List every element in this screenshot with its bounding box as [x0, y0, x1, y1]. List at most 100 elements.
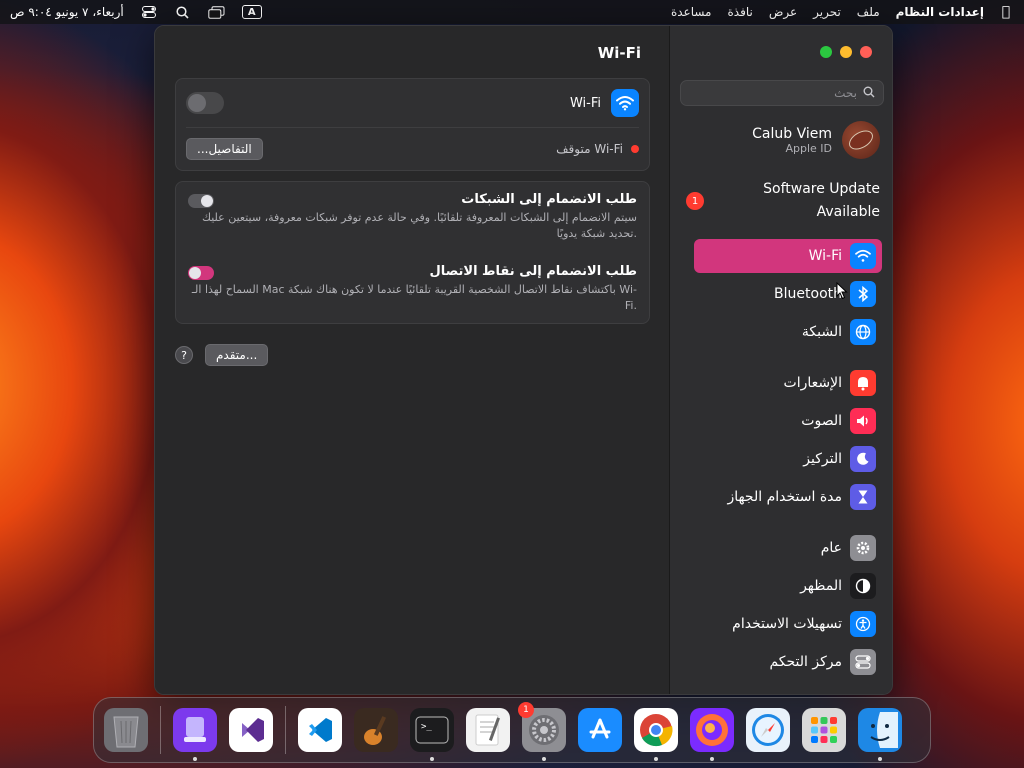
- ask-hotspots-toggle[interactable]: [188, 266, 214, 280]
- sidebar-item-label: مركز التحكم: [769, 654, 842, 670]
- update-line2: Available: [816, 204, 880, 220]
- input-source-indicator[interactable]: A: [241, 5, 262, 19]
- sidebar-item-control-center[interactable]: مركز التحكم: [694, 645, 882, 679]
- ask-networks-toggle[interactable]: [188, 194, 214, 208]
- dock-chrome-icon[interactable]: [634, 708, 678, 761]
- sidebar-item-accessibility[interactable]: تسهيلات الاستخدام: [694, 607, 882, 641]
- content-pane: Wi-Fi Wi-Fi Wi-Fi متوقف التفاصيل... طلب …: [155, 26, 681, 694]
- dock-separator: [285, 706, 286, 754]
- moon-icon: [850, 446, 876, 472]
- search-field[interactable]: بحث: [680, 80, 884, 106]
- sidebar-item-label: Wi-Fi: [808, 248, 842, 264]
- menu-help[interactable]: مساعدة: [671, 5, 712, 19]
- globe-icon: [850, 319, 876, 345]
- sidebar-item-gear[interactable]: عام: [694, 531, 882, 565]
- sidebar-item-appearance[interactable]: المظهر: [694, 569, 882, 603]
- sidebar-item-hourglass[interactable]: مدة استخدام الجهاز: [694, 480, 882, 514]
- wifi-tile-icon: [611, 89, 639, 117]
- update-line1: Software Update: [763, 181, 880, 197]
- dock-app-store-icon[interactable]: [578, 708, 622, 752]
- dock-separator: [160, 706, 161, 754]
- status-dot-icon: [631, 145, 639, 153]
- dock-visual-studio-icon[interactable]: [229, 708, 273, 752]
- window-controls: [820, 46, 872, 58]
- wifi-toggle[interactable]: [186, 92, 224, 114]
- dock-terminal-icon[interactable]: >_: [410, 708, 454, 761]
- dock-garageband-icon[interactable]: [354, 708, 398, 752]
- dock-system-settings-icon[interactable]: 1: [518, 702, 566, 761]
- menu-window[interactable]: نافذة: [728, 5, 753, 19]
- dock-textedit-icon[interactable]: [466, 708, 510, 752]
- dock-firefox-icon[interactable]: [690, 708, 734, 761]
- zoom-button[interactable]: [820, 46, 832, 58]
- sidebar-item-globe[interactable]: الشبكة: [694, 315, 882, 349]
- ask-networks-title: طلب الانضمام إلى الشبكات: [461, 192, 637, 207]
- sidebar-item-label: Bluetooth: [774, 286, 842, 302]
- dock: >_ 1: [93, 697, 931, 763]
- sidebar-item-label: الصوت: [801, 413, 842, 429]
- running-indicator: [542, 757, 546, 761]
- ask-hotspots-desc: السماح لهذا الـ Mac باكتشاف نقاط الاتصال…: [191, 283, 637, 312]
- sidebar-item-moon[interactable]: التركيز: [694, 442, 882, 476]
- join-options-card: طلب الانضمام إلى الشبكات سيتم الانضمام إ…: [175, 181, 650, 324]
- bell-icon: [850, 370, 876, 396]
- menu-app-name[interactable]: إعدادات النظام: [896, 5, 984, 19]
- help-button[interactable]: ?: [175, 346, 193, 364]
- mouse-cursor-icon: [836, 282, 848, 300]
- sidebar-item-label: الشبكة: [801, 324, 842, 340]
- dock-simulator-icon[interactable]: [173, 708, 217, 761]
- accessibility-icon: [850, 611, 876, 637]
- sidebar-item-label: عام: [820, 540, 842, 556]
- menu-edit[interactable]: تحرير: [813, 5, 841, 19]
- control-center-menubar-icon[interactable]: [140, 5, 158, 19]
- wifi-card: Wi-Fi Wi-Fi متوقف التفاصيل...: [175, 78, 650, 171]
- dock-launchpad-icon[interactable]: [802, 708, 846, 752]
- wifi-icon: [850, 243, 876, 269]
- page-title: Wi-Fi: [597, 44, 641, 62]
- running-indicator: [710, 757, 714, 761]
- dock-safari-icon[interactable]: [746, 708, 790, 752]
- ask-networks-option: طلب الانضمام إلى الشبكات سيتم الانضمام إ…: [188, 192, 637, 254]
- software-update-item[interactable]: Software Update Available 1: [680, 176, 880, 226]
- bluetooth-icon: [850, 281, 876, 307]
- minimize-button[interactable]: [840, 46, 852, 58]
- sidebar-item-bluetooth[interactable]: Bluetooth: [694, 277, 882, 311]
- advanced-row: ? متقدم...: [175, 344, 269, 366]
- control-center-icon: [850, 649, 876, 675]
- running-indicator: [193, 757, 197, 761]
- dock-trash-icon[interactable]: [104, 708, 148, 752]
- ask-hotspots-option: طلب الانضمام إلى نقاط الاتصال السماح لهذ…: [188, 264, 637, 324]
- screen-mirroring-icon[interactable]: [208, 5, 226, 19]
- menu-file[interactable]: ملف: [857, 5, 880, 19]
- spotlight-search-icon[interactable]: [174, 5, 192, 19]
- running-indicator: [430, 757, 434, 761]
- sidebar-item-speaker[interactable]: الصوت: [694, 404, 882, 438]
- sidebar-item-label: تسهيلات الاستخدام: [732, 616, 842, 632]
- sidebar-item-wifi[interactable]: Wi-Fi: [694, 239, 882, 273]
- apple-id-profile[interactable]: Calub Viem Apple ID: [680, 118, 880, 162]
- ask-hotspots-title: طلب الانضمام إلى نقاط الاتصال: [429, 264, 637, 279]
- svg-text:>_: >_: [421, 722, 432, 732]
- menu-bar:  إعدادات النظام ملف تحرير عرض نافذة مسا…: [0, 0, 1024, 24]
- menubar-status-area: أربعاء، ٧ يونيو ٩:٠٤ ص A: [10, 5, 262, 19]
- close-button[interactable]: [860, 46, 872, 58]
- wifi-label: Wi-Fi: [569, 95, 601, 111]
- hourglass-icon: [850, 484, 876, 510]
- details-button[interactable]: التفاصيل...: [186, 138, 263, 160]
- menubar-clock[interactable]: أربعاء، ٧ يونيو ٩:٠٤ ص: [10, 5, 124, 19]
- wifi-status-text: Wi-Fi متوقف: [556, 142, 623, 156]
- search-placeholder: بحث: [834, 86, 857, 100]
- dock-vscode-icon[interactable]: [298, 708, 342, 752]
- apple-menu-icon[interactable]: : [998, 4, 1014, 20]
- appearance-icon: [850, 573, 876, 599]
- menu-view[interactable]: عرض: [769, 5, 797, 19]
- sidebar-item-bell[interactable]: الإشعارات: [694, 366, 882, 400]
- sidebar-item-label: المظهر: [800, 578, 842, 594]
- search-icon: [863, 86, 875, 101]
- football-icon: [845, 126, 877, 154]
- profile-name: Calub Viem: [752, 125, 832, 142]
- avatar: [842, 121, 880, 159]
- dock-finder-icon[interactable]: [858, 708, 902, 761]
- advanced-button[interactable]: متقدم...: [205, 344, 269, 366]
- sidebar-item-label: الإشعارات: [783, 375, 842, 391]
